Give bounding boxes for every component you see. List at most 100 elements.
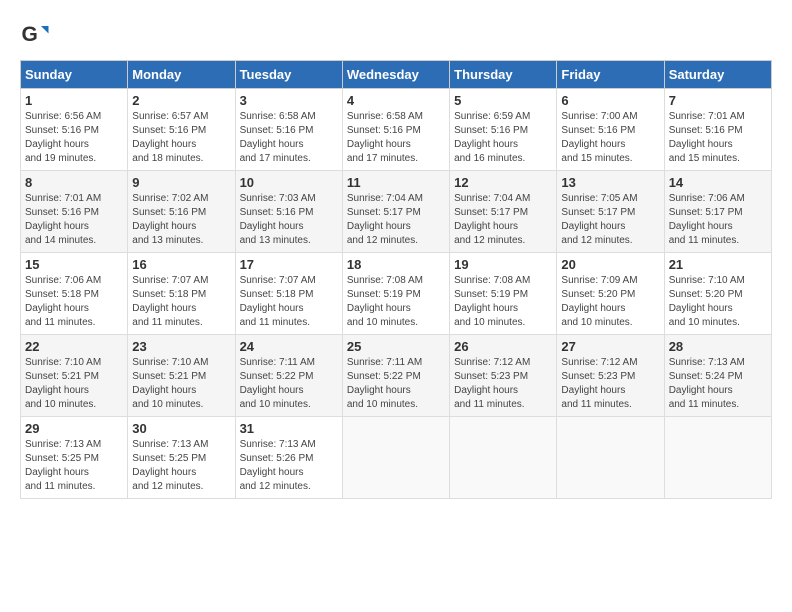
day-number: 27 xyxy=(561,339,659,354)
day-info: Sunrise: 7:09 AM Sunset: 5:20 PM Dayligh… xyxy=(561,274,659,330)
calendar-day-cell: 2 Sunrise: 6:57 AM Sunset: 5:16 PM Dayli… xyxy=(128,89,235,171)
day-number: 28 xyxy=(669,339,767,354)
calendar-day-cell: 15 Sunrise: 7:06 AM Sunset: 5:18 PM Dayl… xyxy=(21,253,128,335)
day-info: Sunrise: 6:59 AM Sunset: 5:16 PM Dayligh… xyxy=(454,110,552,166)
calendar-day-cell: 31 Sunrise: 7:13 AM Sunset: 5:26 PM Dayl… xyxy=(235,417,342,499)
day-number: 24 xyxy=(240,339,338,354)
day-info: Sunrise: 7:07 AM Sunset: 5:18 PM Dayligh… xyxy=(240,274,338,330)
calendar-header-cell: Wednesday xyxy=(342,61,449,89)
day-number: 20 xyxy=(561,257,659,272)
calendar-header-cell: Friday xyxy=(557,61,664,89)
calendar-day-cell: 6 Sunrise: 7:00 AM Sunset: 5:16 PM Dayli… xyxy=(557,89,664,171)
calendar-day-cell: 11 Sunrise: 7:04 AM Sunset: 5:17 PM Dayl… xyxy=(342,171,449,253)
day-info: Sunrise: 7:11 AM Sunset: 5:22 PM Dayligh… xyxy=(347,356,445,412)
day-info: Sunrise: 7:04 AM Sunset: 5:17 PM Dayligh… xyxy=(347,192,445,248)
calendar-day-cell: 13 Sunrise: 7:05 AM Sunset: 5:17 PM Dayl… xyxy=(557,171,664,253)
calendar-header-cell: Monday xyxy=(128,61,235,89)
calendar-day-cell: 27 Sunrise: 7:12 AM Sunset: 5:23 PM Dayl… xyxy=(557,335,664,417)
calendar-header-cell: Tuesday xyxy=(235,61,342,89)
day-info: Sunrise: 6:58 AM Sunset: 5:16 PM Dayligh… xyxy=(240,110,338,166)
day-number: 14 xyxy=(669,175,767,190)
calendar-day-cell: 30 Sunrise: 7:13 AM Sunset: 5:25 PM Dayl… xyxy=(128,417,235,499)
day-number: 19 xyxy=(454,257,552,272)
day-number: 15 xyxy=(25,257,123,272)
calendar-table: SundayMondayTuesdayWednesdayThursdayFrid… xyxy=(20,60,772,499)
day-info: Sunrise: 7:02 AM Sunset: 5:16 PM Dayligh… xyxy=(132,192,230,248)
day-number: 18 xyxy=(347,257,445,272)
calendar-week-row: 15 Sunrise: 7:06 AM Sunset: 5:18 PM Dayl… xyxy=(21,253,772,335)
page-header: G xyxy=(20,20,772,50)
calendar-header-cell: Sunday xyxy=(21,61,128,89)
calendar-day-cell: 14 Sunrise: 7:06 AM Sunset: 5:17 PM Dayl… xyxy=(664,171,771,253)
calendar-day-cell: 8 Sunrise: 7:01 AM Sunset: 5:16 PM Dayli… xyxy=(21,171,128,253)
day-number: 8 xyxy=(25,175,123,190)
calendar-week-row: 1 Sunrise: 6:56 AM Sunset: 5:16 PM Dayli… xyxy=(21,89,772,171)
calendar-body: 1 Sunrise: 6:56 AM Sunset: 5:16 PM Dayli… xyxy=(21,89,772,499)
day-info: Sunrise: 7:00 AM Sunset: 5:16 PM Dayligh… xyxy=(561,110,659,166)
day-info: Sunrise: 7:05 AM Sunset: 5:17 PM Dayligh… xyxy=(561,192,659,248)
day-number: 9 xyxy=(132,175,230,190)
calendar-day-cell: 1 Sunrise: 6:56 AM Sunset: 5:16 PM Dayli… xyxy=(21,89,128,171)
calendar-day-cell xyxy=(450,417,557,499)
day-number: 31 xyxy=(240,421,338,436)
day-number: 25 xyxy=(347,339,445,354)
day-number: 21 xyxy=(669,257,767,272)
day-info: Sunrise: 7:12 AM Sunset: 5:23 PM Dayligh… xyxy=(454,356,552,412)
logo: G xyxy=(20,20,54,50)
day-info: Sunrise: 7:10 AM Sunset: 5:21 PM Dayligh… xyxy=(25,356,123,412)
calendar-day-cell: 7 Sunrise: 7:01 AM Sunset: 5:16 PM Dayli… xyxy=(664,89,771,171)
day-info: Sunrise: 7:11 AM Sunset: 5:22 PM Dayligh… xyxy=(240,356,338,412)
calendar-day-cell: 18 Sunrise: 7:08 AM Sunset: 5:19 PM Dayl… xyxy=(342,253,449,335)
calendar-day-cell: 21 Sunrise: 7:10 AM Sunset: 5:20 PM Dayl… xyxy=(664,253,771,335)
calendar-day-cell: 23 Sunrise: 7:10 AM Sunset: 5:21 PM Dayl… xyxy=(128,335,235,417)
day-number: 17 xyxy=(240,257,338,272)
day-info: Sunrise: 7:06 AM Sunset: 5:17 PM Dayligh… xyxy=(669,192,767,248)
day-info: Sunrise: 6:57 AM Sunset: 5:16 PM Dayligh… xyxy=(132,110,230,166)
svg-text:G: G xyxy=(22,23,38,46)
calendar-day-cell: 3 Sunrise: 6:58 AM Sunset: 5:16 PM Dayli… xyxy=(235,89,342,171)
calendar-day-cell: 29 Sunrise: 7:13 AM Sunset: 5:25 PM Dayl… xyxy=(21,417,128,499)
calendar-day-cell: 22 Sunrise: 7:10 AM Sunset: 5:21 PM Dayl… xyxy=(21,335,128,417)
calendar-day-cell: 16 Sunrise: 7:07 AM Sunset: 5:18 PM Dayl… xyxy=(128,253,235,335)
calendar-week-row: 22 Sunrise: 7:10 AM Sunset: 5:21 PM Dayl… xyxy=(21,335,772,417)
calendar-day-cell: 19 Sunrise: 7:08 AM Sunset: 5:19 PM Dayl… xyxy=(450,253,557,335)
day-info: Sunrise: 7:13 AM Sunset: 5:26 PM Dayligh… xyxy=(240,438,338,494)
day-number: 11 xyxy=(347,175,445,190)
calendar-day-cell: 10 Sunrise: 7:03 AM Sunset: 5:16 PM Dayl… xyxy=(235,171,342,253)
day-info: Sunrise: 7:07 AM Sunset: 5:18 PM Dayligh… xyxy=(132,274,230,330)
day-info: Sunrise: 7:13 AM Sunset: 5:24 PM Dayligh… xyxy=(669,356,767,412)
day-info: Sunrise: 7:01 AM Sunset: 5:16 PM Dayligh… xyxy=(669,110,767,166)
day-info: Sunrise: 7:10 AM Sunset: 5:20 PM Dayligh… xyxy=(669,274,767,330)
calendar-day-cell: 24 Sunrise: 7:11 AM Sunset: 5:22 PM Dayl… xyxy=(235,335,342,417)
day-number: 4 xyxy=(347,93,445,108)
day-info: Sunrise: 7:01 AM Sunset: 5:16 PM Dayligh… xyxy=(25,192,123,248)
calendar-day-cell: 28 Sunrise: 7:13 AM Sunset: 5:24 PM Dayl… xyxy=(664,335,771,417)
day-number: 2 xyxy=(132,93,230,108)
day-number: 5 xyxy=(454,93,552,108)
calendar-week-row: 8 Sunrise: 7:01 AM Sunset: 5:16 PM Dayli… xyxy=(21,171,772,253)
day-info: Sunrise: 7:03 AM Sunset: 5:16 PM Dayligh… xyxy=(240,192,338,248)
calendar-day-cell: 20 Sunrise: 7:09 AM Sunset: 5:20 PM Dayl… xyxy=(557,253,664,335)
day-info: Sunrise: 6:58 AM Sunset: 5:16 PM Dayligh… xyxy=(347,110,445,166)
calendar-day-cell: 12 Sunrise: 7:04 AM Sunset: 5:17 PM Dayl… xyxy=(450,171,557,253)
day-number: 29 xyxy=(25,421,123,436)
calendar-header-cell: Saturday xyxy=(664,61,771,89)
day-info: Sunrise: 7:08 AM Sunset: 5:19 PM Dayligh… xyxy=(454,274,552,330)
day-number: 16 xyxy=(132,257,230,272)
day-info: Sunrise: 7:12 AM Sunset: 5:23 PM Dayligh… xyxy=(561,356,659,412)
day-number: 13 xyxy=(561,175,659,190)
day-number: 26 xyxy=(454,339,552,354)
calendar-week-row: 29 Sunrise: 7:13 AM Sunset: 5:25 PM Dayl… xyxy=(21,417,772,499)
calendar-day-cell xyxy=(557,417,664,499)
day-number: 10 xyxy=(240,175,338,190)
day-info: Sunrise: 6:56 AM Sunset: 5:16 PM Dayligh… xyxy=(25,110,123,166)
calendar-day-cell: 4 Sunrise: 6:58 AM Sunset: 5:16 PM Dayli… xyxy=(342,89,449,171)
day-info: Sunrise: 7:13 AM Sunset: 5:25 PM Dayligh… xyxy=(25,438,123,494)
day-info: Sunrise: 7:06 AM Sunset: 5:18 PM Dayligh… xyxy=(25,274,123,330)
day-info: Sunrise: 7:04 AM Sunset: 5:17 PM Dayligh… xyxy=(454,192,552,248)
calendar-day-cell: 26 Sunrise: 7:12 AM Sunset: 5:23 PM Dayl… xyxy=(450,335,557,417)
calendar-header-cell: Thursday xyxy=(450,61,557,89)
day-info: Sunrise: 7:08 AM Sunset: 5:19 PM Dayligh… xyxy=(347,274,445,330)
calendar-day-cell: 9 Sunrise: 7:02 AM Sunset: 5:16 PM Dayli… xyxy=(128,171,235,253)
day-number: 1 xyxy=(25,93,123,108)
